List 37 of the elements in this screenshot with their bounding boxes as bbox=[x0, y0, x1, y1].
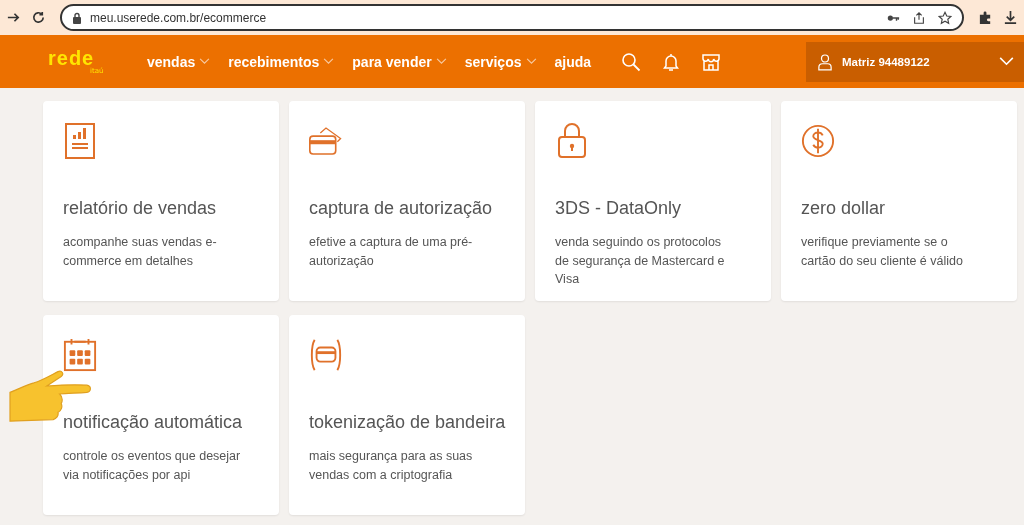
card-description: mais segurança para as suas vendas com a criptografia bbox=[309, 448, 474, 484]
calendar-icon bbox=[63, 337, 97, 373]
padlock-icon bbox=[555, 123, 589, 159]
service-card[interactable]: 3DS - DataOnly venda seguindo os protocolos de segurança de Mastercard e Visa bbox=[535, 101, 771, 301]
card-description: controle os eventos que desejar via notificações por api bbox=[63, 448, 242, 484]
service-card[interactable]: tokenização de bandeira mais segurança para as suas vendas com a criptografia bbox=[289, 315, 525, 515]
chevron-down-icon[interactable] bbox=[999, 57, 1014, 66]
star-icon[interactable] bbox=[938, 10, 952, 25]
service-card[interactable]: notificação automática controle os eventos que desejar via notificações por api bbox=[43, 315, 279, 515]
card-title: relatório de vendas bbox=[63, 197, 217, 220]
address-bar[interactable]: meu.userede.com.br/ecommerce bbox=[60, 4, 964, 31]
dollar-icon bbox=[801, 123, 835, 159]
service-card[interactable]: captura de autorização efetive a captura de uma pré-autorização bbox=[289, 101, 525, 301]
reload-icon[interactable] bbox=[31, 10, 46, 25]
card-title: 3DS - DataOnly bbox=[555, 197, 682, 220]
card-title: tokenização de bandeira bbox=[309, 411, 506, 434]
user-icon bbox=[818, 52, 832, 71]
card-title: captura de autorização bbox=[309, 197, 493, 220]
report-icon bbox=[63, 123, 97, 159]
download-icon[interactable] bbox=[1003, 10, 1018, 25]
lock-icon bbox=[72, 11, 82, 24]
puzzle-icon[interactable] bbox=[978, 10, 993, 25]
card-description: venda seguindo os protocolos de segurança de Mastercard e Visa bbox=[555, 234, 726, 288]
bracketed-card-icon bbox=[309, 337, 343, 373]
card-description: acompanhe suas vendas e-commerce em detalhes bbox=[63, 234, 218, 270]
search-icon[interactable] bbox=[621, 51, 642, 72]
card-description: efetive a captura de uma pré-autorização bbox=[309, 234, 474, 270]
card-title: notificação automática bbox=[63, 411, 243, 434]
account-name: Matriz 94489122 bbox=[842, 55, 931, 68]
store-icon[interactable] bbox=[701, 51, 722, 72]
account-menu[interactable]: Matriz 94489122 bbox=[806, 41, 1024, 82]
card-description: verifique previamente se o cartão do seu cliente é válido bbox=[801, 234, 964, 270]
card-title: zero dollar bbox=[801, 197, 886, 220]
service-card[interactable]: relatório de vendas acompanhe suas vendas e-commerce em detalhes bbox=[43, 101, 279, 301]
bell-icon[interactable] bbox=[661, 51, 682, 72]
share-icon[interactable] bbox=[912, 10, 926, 25]
service-card[interactable]: zero dollar verifique previamente se o cartão do seu cliente é válido bbox=[781, 101, 1017, 301]
